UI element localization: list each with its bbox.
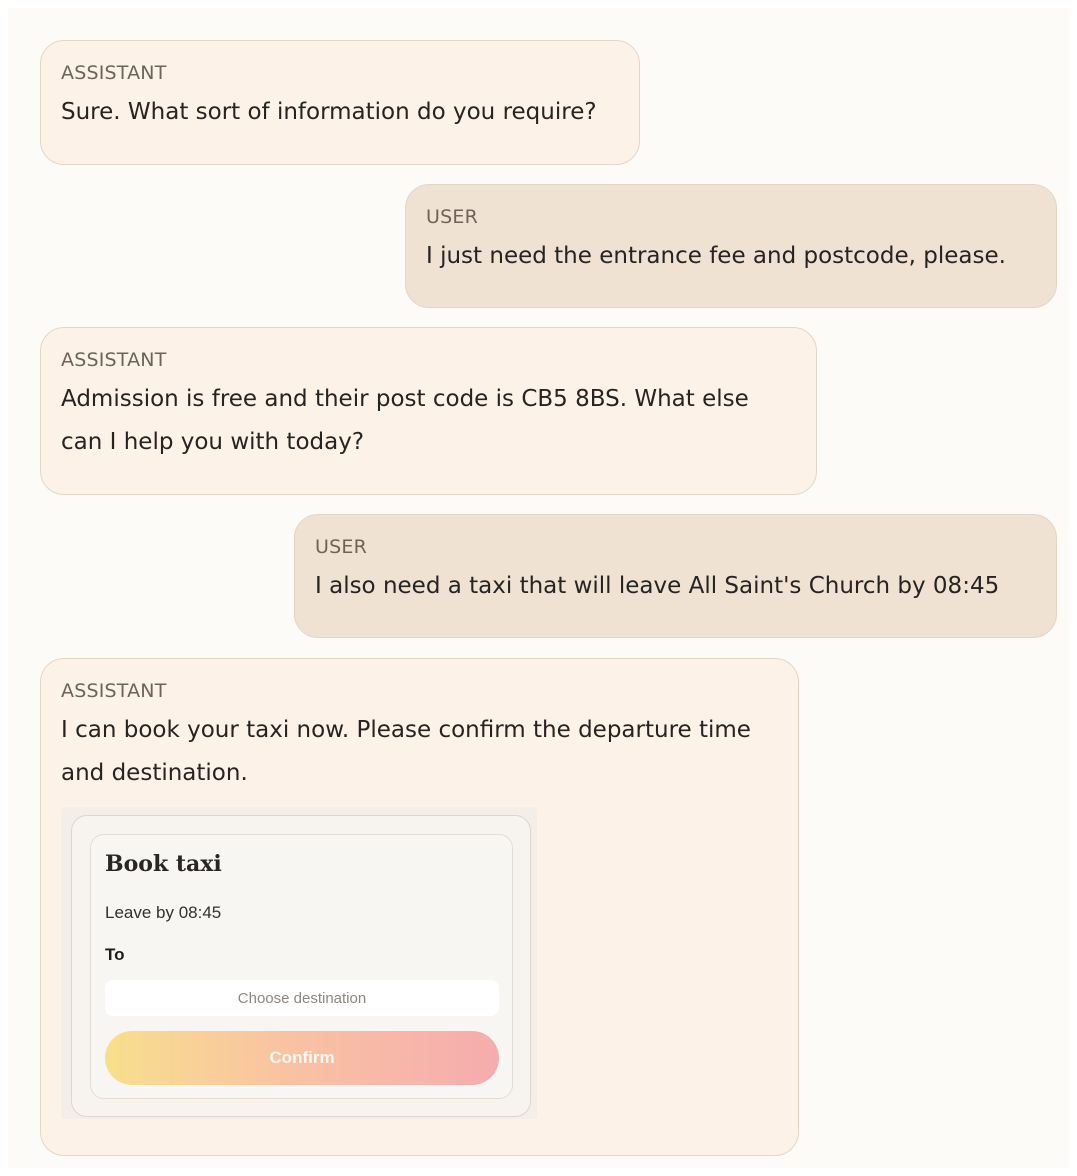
assistant-message: ASSISTANT I can book your taxi now. Plea…	[40, 658, 799, 1156]
message-role: USER	[315, 536, 367, 558]
departure-time: Leave by 08:45	[105, 903, 222, 922]
assistant-message: ASSISTANT Admission is free and their po…	[40, 327, 817, 495]
message-role: USER	[426, 206, 478, 228]
taxi-booking-widget: Book taxi Leave by 08:45 To Confirm	[61, 807, 537, 1119]
message-role: ASSISTANT	[61, 62, 167, 84]
widget-title: Book taxi	[105, 851, 222, 877]
chat-transcript: ASSISTANT Sure. What sort of information…	[8, 8, 1069, 1168]
taxi-booking-card: Book taxi Leave by 08:45 To Confirm	[71, 815, 531, 1117]
message-text: I just need the entrance fee and postcod…	[426, 243, 1006, 269]
taxi-booking-form: Book taxi Leave by 08:45 To Confirm	[90, 834, 513, 1099]
confirm-button[interactable]: Confirm	[105, 1031, 499, 1085]
message-role: ASSISTANT	[61, 680, 167, 702]
message-text: Admission is free and their post code is…	[61, 386, 749, 455]
message-text: I also need a taxi that will leave All S…	[315, 573, 1000, 599]
user-message: USER I also need a taxi that will leave …	[294, 514, 1057, 638]
message-text: I can book your taxi now. Please confirm…	[61, 717, 751, 786]
destination-input[interactable]	[105, 980, 499, 1016]
message-role: ASSISTANT	[61, 349, 167, 371]
message-text: Sure. What sort of information do you re…	[61, 99, 597, 125]
assistant-message: ASSISTANT Sure. What sort of information…	[40, 40, 640, 165]
user-message: USER I just need the entrance fee and po…	[405, 184, 1057, 308]
destination-label: To	[105, 945, 125, 964]
